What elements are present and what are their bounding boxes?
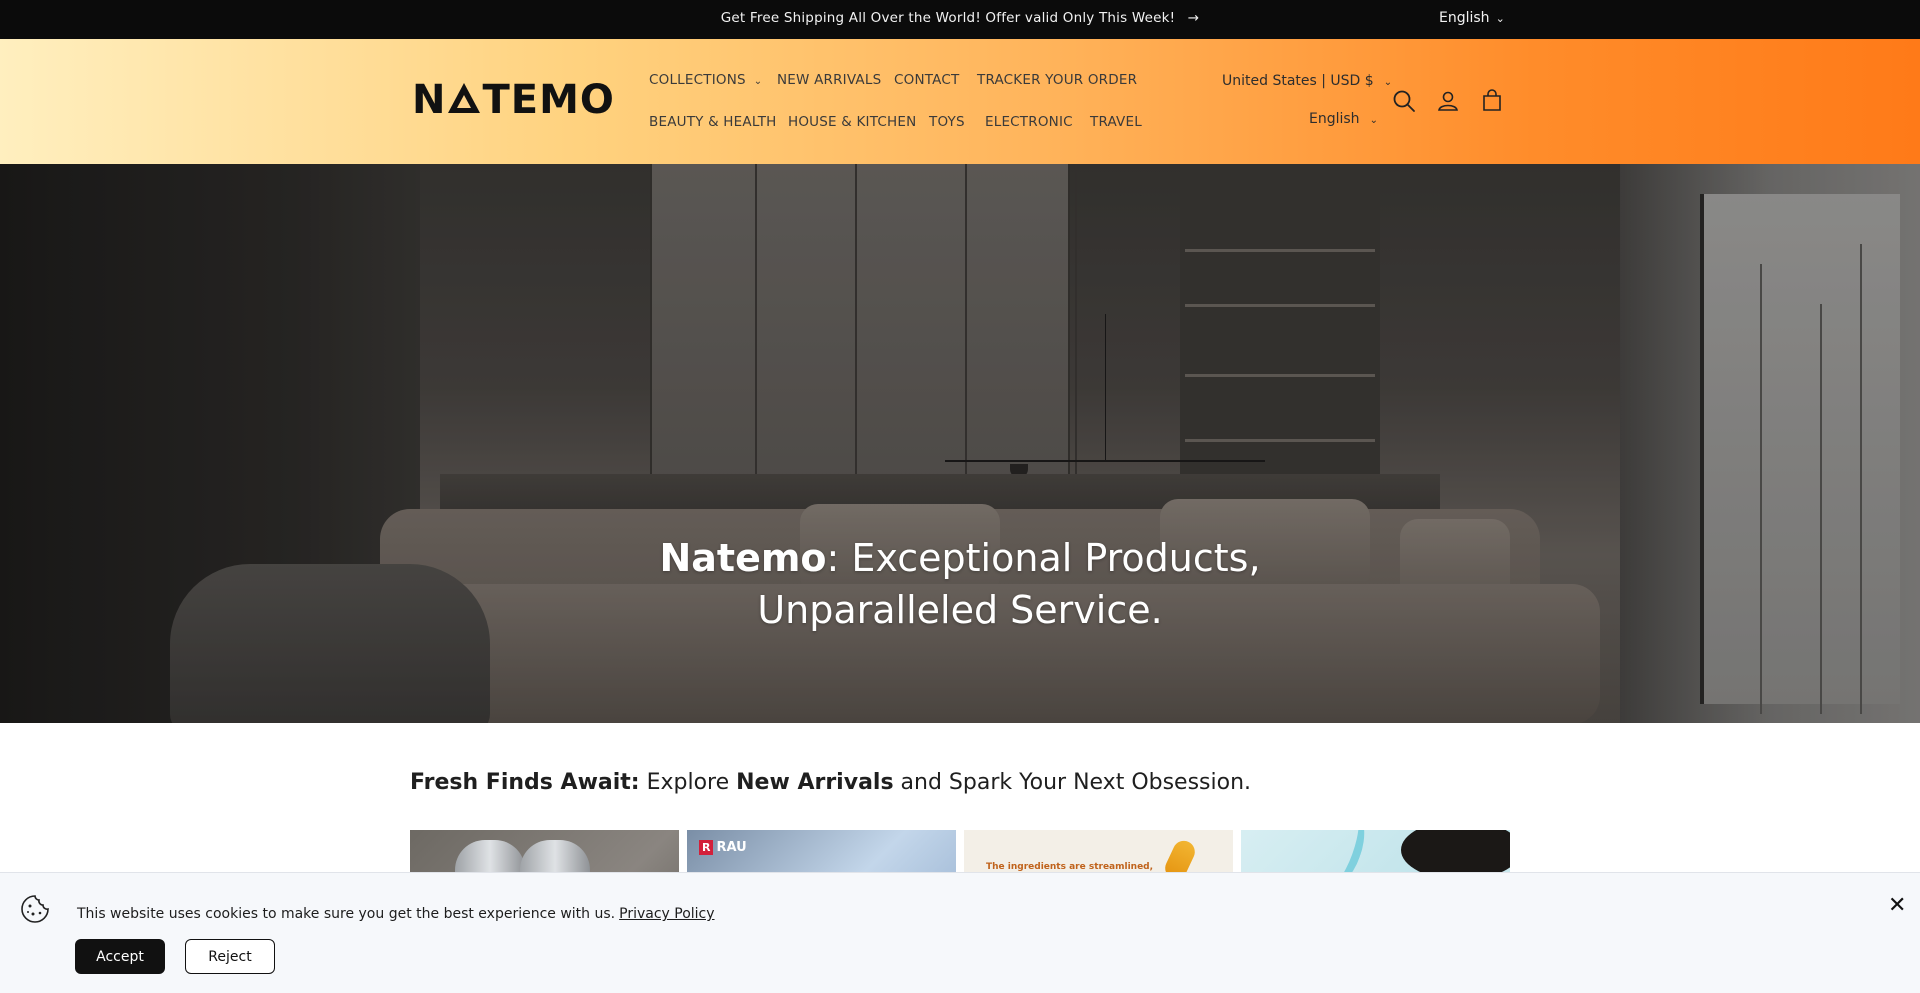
cookie-banner: This website uses cookies to make sure y…: [0, 872, 1920, 993]
close-icon[interactable]: ✕: [1888, 895, 1906, 917]
nav-new-arrivals[interactable]: NEW ARRIVALS: [777, 72, 881, 88]
announcement-language-select[interactable]: English ⌄: [1439, 10, 1505, 26]
header-language-select[interactable]: English ⌄: [1309, 111, 1378, 127]
cookie-message: This website uses cookies to make sure y…: [77, 906, 715, 922]
logo[interactable]: N TEMO: [412, 80, 615, 120]
nav-toys[interactable]: TOYS: [929, 114, 965, 130]
arrow-right-icon: →: [1187, 10, 1200, 26]
accept-button[interactable]: Accept: [75, 939, 165, 974]
reject-button[interactable]: Reject: [185, 939, 275, 974]
country-currency-select[interactable]: United States | USD $ ⌄: [1222, 73, 1392, 89]
chevron-down-icon: ⌄: [1383, 77, 1393, 88]
logo-triangle-icon: [448, 83, 481, 113]
chevron-down-icon: ⌄: [1495, 12, 1505, 25]
cookie-icon: [19, 893, 51, 925]
new-arrivals-heading: Fresh Finds Await: Explore New Arrivals …: [410, 770, 1252, 795]
nav-electronic[interactable]: ELECTRONIC: [985, 114, 1073, 130]
cart-icon[interactable]: [1479, 88, 1505, 114]
hero-overlay: [0, 164, 1920, 723]
nav-collections[interactable]: COLLECTIONS ⌄: [649, 72, 762, 88]
nav-contact[interactable]: CONTACT: [894, 72, 959, 88]
nav-house-kitchen[interactable]: HOUSE & KITCHEN: [788, 114, 916, 130]
chevron-down-icon: ⌄: [753, 76, 763, 87]
nav-beauty-health[interactable]: BEAUTY & HEALTH: [649, 114, 777, 130]
hero-title: Natemo: Exceptional Products, Unparallel…: [659, 536, 1261, 632]
site-header: N TEMO COLLECTIONS ⌄ NEW ARRIVALS CONTACT …: [0, 39, 1920, 164]
account-icon[interactable]: [1435, 88, 1461, 114]
product-image-text: The ingredients are streamlined,: [986, 862, 1154, 872]
nav-travel[interactable]: TRAVEL: [1090, 114, 1142, 130]
product-brand-label: R RAU: [699, 840, 747, 855]
chevron-down-icon: ⌄: [1369, 115, 1378, 126]
announcement-bar: Get Free Shipping All Over the World! Of…: [0, 0, 1920, 39]
search-icon[interactable]: [1391, 88, 1417, 114]
nav-tracker-your-order[interactable]: TRACKER YOUR ORDER: [977, 72, 1137, 88]
announcement-text[interactable]: Get Free Shipping All Over the World! Of…: [0, 10, 1920, 26]
hero-banner: Natemo: Exceptional Products, Unparallel…: [0, 164, 1920, 723]
privacy-policy-link[interactable]: Privacy Policy: [619, 906, 714, 922]
